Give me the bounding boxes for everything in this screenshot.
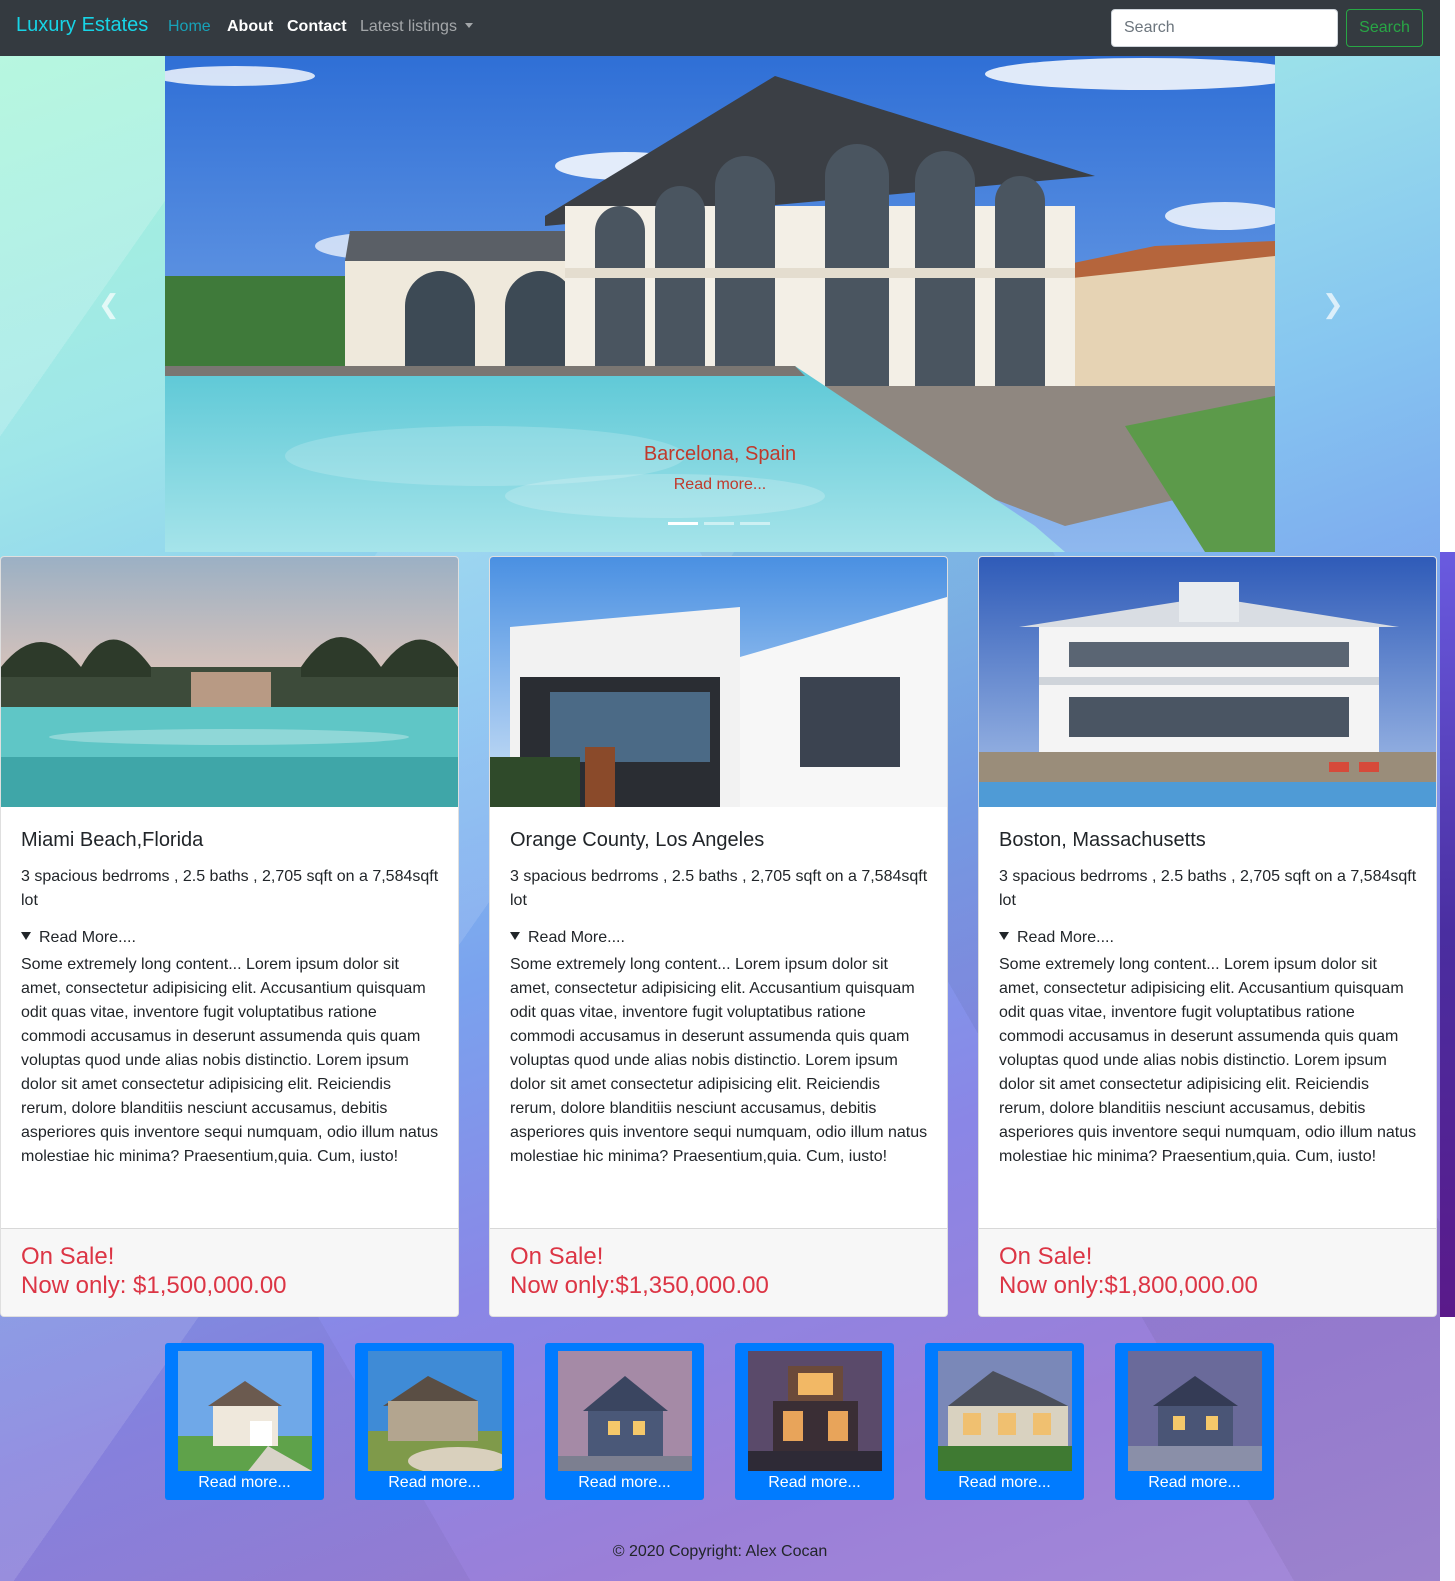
read-more-toggle[interactable]: Read More....: [21, 929, 136, 947]
read-more-label: Read More....: [1017, 929, 1114, 946]
listing-card-miami: Miami Beach,Florida 3 spacious bedrroms …: [0, 556, 459, 1317]
thumbnail-house-image-1: [178, 1351, 312, 1471]
listing-description: 3 spacious bedrroms , 2.5 baths , 2,705 …: [510, 868, 928, 909]
read-more-label: Read More....: [39, 929, 136, 946]
disclosure-triangle-icon: [21, 932, 31, 940]
thumbnail-card-5[interactable]: Read more...: [925, 1343, 1084, 1500]
listing-details: Some extremely long content... Lorem ips…: [510, 956, 928, 1165]
thumbnail-read-more[interactable]: Read more...: [545, 1474, 704, 1492]
listing-description: 3 spacious bedrroms , 2.5 baths , 2,705 …: [999, 868, 1417, 909]
listing-image-miami: [1, 557, 458, 807]
page-background-strip: [1440, 552, 1455, 1317]
read-more-label: Read More....: [528, 929, 625, 946]
listing-title: Boston, Massachusetts: [999, 829, 1206, 851]
listing-details: Some extremely long content... Lorem ips…: [21, 956, 439, 1165]
thumbnail-house-image-6: [1128, 1351, 1262, 1471]
listing-description: 3 spacious bedrroms , 2.5 baths , 2,705 …: [21, 868, 439, 909]
carousel-indicator-2[interactable]: [704, 522, 734, 525]
search-input[interactable]: [1111, 9, 1338, 47]
read-more-toggle[interactable]: Read More....: [999, 929, 1114, 947]
sale-label: On Sale!: [999, 1243, 1093, 1270]
thumbnail-card-1[interactable]: Read more...: [165, 1343, 324, 1500]
sale-label: On Sale!: [510, 1243, 604, 1270]
nav-dropdown-label: Latest listings: [360, 18, 457, 35]
brand-logo[interactable]: Luxury Estates: [16, 14, 148, 37]
nav-dropdown-latest-listings[interactable]: Latest listings: [360, 18, 473, 36]
thumbnail-card-6[interactable]: Read more...: [1115, 1343, 1274, 1500]
nav-link-about[interactable]: About: [227, 18, 273, 36]
listing-details: Some extremely long content... Lorem ips…: [999, 956, 1417, 1165]
thumbnail-read-more[interactable]: Read more...: [355, 1474, 514, 1492]
disclosure-triangle-icon: [999, 932, 1009, 940]
sale-label: On Sale!: [21, 1243, 115, 1270]
carousel-read-more-link[interactable]: Read more...: [165, 476, 1275, 494]
thumbnail-house-image-2: [368, 1351, 502, 1471]
carousel-prev-icon[interactable]: ❮: [98, 290, 120, 320]
footer-copyright: © 2020 Copyright: Alex Cocan: [612, 1543, 828, 1560]
listing-image-boston: [979, 557, 1436, 807]
carousel-indicator-3[interactable]: [740, 522, 770, 525]
carousel-caption-title: Barcelona, Spain: [643, 443, 797, 465]
thumbnail-house-image-5: [938, 1351, 1072, 1471]
navbar: Luxury Estates Home About Contact Latest…: [0, 0, 1440, 56]
disclosure-triangle-icon: [510, 932, 520, 940]
search-button[interactable]: Search: [1346, 9, 1423, 47]
nav-link-contact[interactable]: Contact: [287, 18, 347, 36]
listing-title: Orange County, Los Angeles: [510, 829, 765, 851]
thumbnail-read-more[interactable]: Read more...: [165, 1474, 324, 1492]
caret-down-icon: [464, 23, 473, 28]
listing-price: Now only: $1,500,000.00: [21, 1272, 287, 1299]
thumbnail-card-2[interactable]: Read more...: [355, 1343, 514, 1500]
thumbnail-card-4[interactable]: Read more...: [735, 1343, 894, 1500]
nav-link-home[interactable]: Home: [168, 18, 211, 36]
thumbnail-house-image-4: [748, 1351, 882, 1471]
listing-title: Miami Beach,Florida: [21, 829, 204, 851]
listing-footer: On Sale! Now only: $1,500,000.00: [1, 1228, 458, 1316]
thumbnail-read-more[interactable]: Read more...: [735, 1474, 894, 1492]
read-more-toggle[interactable]: Read More....: [510, 929, 625, 947]
listing-price: Now only:$1,350,000.00: [510, 1272, 769, 1299]
thumbnail-house-image-3: [558, 1351, 692, 1471]
listing-footer: On Sale! Now only:$1,350,000.00: [490, 1228, 947, 1316]
carousel-indicator-1[interactable]: [668, 522, 698, 525]
thumbnail-read-more[interactable]: Read more...: [1115, 1474, 1274, 1492]
carousel-next-icon[interactable]: ❯: [1322, 290, 1344, 320]
hero-carousel: Barcelona, Spain Read more...: [165, 56, 1275, 552]
listing-price: Now only:$1,800,000.00: [999, 1272, 1258, 1299]
listing-image-orange-county: [490, 557, 947, 807]
thumbnail-card-3[interactable]: Read more...: [545, 1343, 704, 1500]
listing-card-boston: Boston, Massachusetts 3 spacious bedrrom…: [978, 556, 1437, 1317]
thumbnail-read-more[interactable]: Read more...: [925, 1474, 1084, 1492]
carousel-indicators: [668, 522, 770, 525]
listing-card-orange-county: Orange County, Los Angeles 3 spacious be…: [489, 556, 948, 1317]
listing-footer: On Sale! Now only:$1,800,000.00: [979, 1228, 1436, 1316]
